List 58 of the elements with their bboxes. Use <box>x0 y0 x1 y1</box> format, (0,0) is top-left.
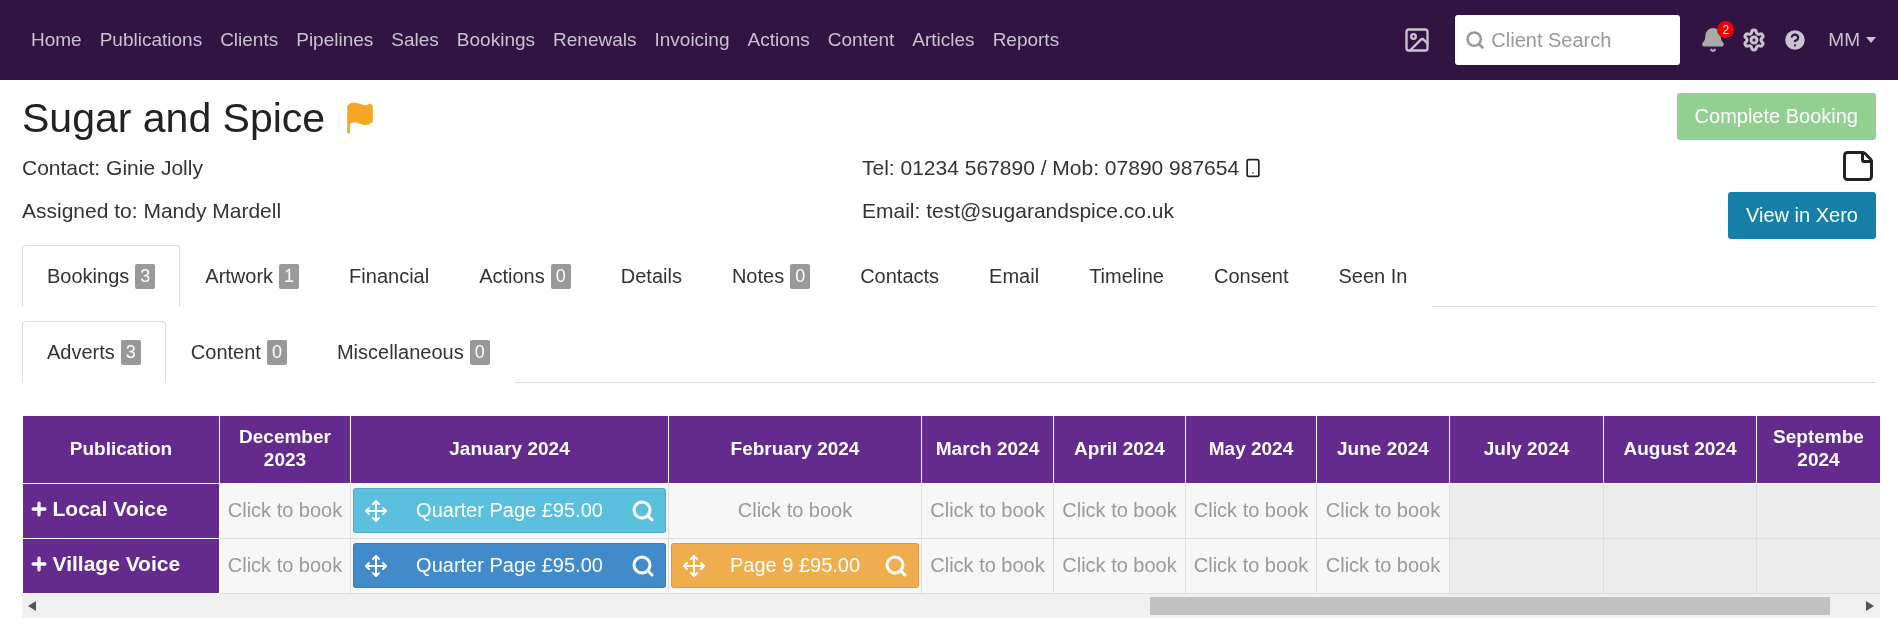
column-header: January 2024 <box>350 416 669 483</box>
nav-link[interactable]: Renewals <box>544 29 646 51</box>
view-in-xero-button[interactable]: View in Xero <box>1728 192 1876 239</box>
column-header: July 2024 <box>1449 416 1604 483</box>
column-header: May 2024 <box>1185 416 1317 483</box>
search-icon[interactable] <box>631 553 655 578</box>
nav-link[interactable]: Actions <box>738 29 819 51</box>
column-header: April 2024 <box>1053 416 1186 483</box>
column-header: March 2024 <box>921 416 1054 483</box>
column-header: August 2024 <box>1603 416 1757 483</box>
column-header: Septembe 2024 <box>1756 416 1880 483</box>
assigned-text: Assigned to: Mandy Mardell <box>22 197 283 224</box>
tab[interactable]: Bookings 3 <box>22 245 181 307</box>
nav-link[interactable]: Bookings <box>447 29 545 51</box>
email-text: Email: test@sugarandspice.co.uk <box>862 197 1175 224</box>
scroll-right-icon[interactable] <box>1866 600 1874 611</box>
column-header: Publication <box>22 416 220 483</box>
search-icon <box>1465 30 1486 50</box>
count-badge: 0 <box>469 339 490 365</box>
settings-icon[interactable] <box>1742 28 1767 52</box>
count-badge: 0 <box>790 263 811 289</box>
nav-link[interactable]: Reports <box>983 29 1069 51</box>
nav-link[interactable]: Home <box>22 29 91 51</box>
note-icon[interactable] <box>1840 148 1876 184</box>
scroll-left-icon[interactable] <box>28 600 36 611</box>
publication-name: Village Voice <box>52 552 181 576</box>
column-header: December 2023 <box>219 416 351 483</box>
scrollbar-thumb[interactable] <box>1150 596 1830 615</box>
count-badge: 0 <box>550 263 571 289</box>
column-header: February 2024 <box>668 416 922 483</box>
nav-link[interactable]: Content <box>818 29 904 51</box>
nav-link[interactable]: Invoicing <box>645 29 739 51</box>
user-menu[interactable]: MM <box>1828 29 1876 51</box>
tab[interactable]: Adverts 3 <box>22 321 166 383</box>
image-icon[interactable] <box>1403 26 1432 54</box>
nav-link[interactable]: Pipelines <box>287 29 383 51</box>
count-badge: 1 <box>279 263 300 289</box>
caret-icon <box>1866 37 1876 43</box>
notifications-icon[interactable] <box>1700 27 1727 53</box>
publication-name: Local Voice <box>52 497 168 521</box>
move-icon[interactable] <box>364 553 388 578</box>
nav-link[interactable]: Clients <box>211 29 288 51</box>
count-badge: 0 <box>266 339 287 365</box>
count-badge: 3 <box>120 339 141 365</box>
search-field[interactable]: Client Search <box>1455 15 1681 65</box>
contact-text: Contact: Ginie Jolly <box>22 154 204 181</box>
horizontal-scrollbar[interactable] <box>22 593 1880 618</box>
client-name: Sugar and Spice <box>22 94 326 142</box>
notification-count: 2 <box>1717 21 1735 38</box>
column-header: June 2024 <box>1316 416 1450 483</box>
publication-cell[interactable]: Village Voice <box>22 538 220 593</box>
nav-link[interactable]: Articles <box>903 29 984 51</box>
nav-link[interactable]: Sales <box>382 29 448 51</box>
phone-text: Tel: 01234 567890 / Mob: 07890 987654 <box>862 155 1240 180</box>
booking-button[interactable]: Quarter Page £95.00 <box>353 543 666 588</box>
nav-link[interactable]: Publications <box>90 29 212 51</box>
publication-cell[interactable]: Local Voice <box>22 483 220 538</box>
count-badge: 3 <box>135 263 156 289</box>
